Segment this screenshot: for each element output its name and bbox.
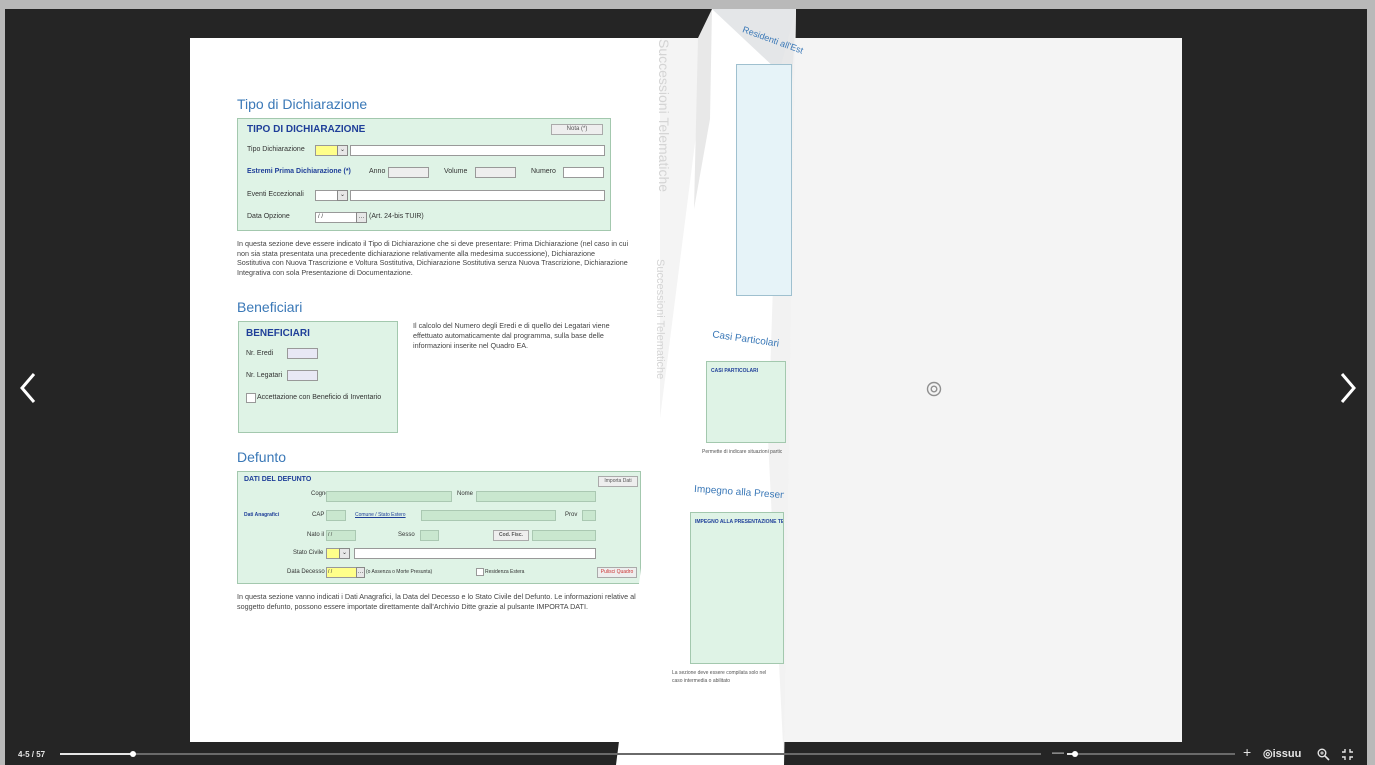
zoom-slider[interactable] [1067, 751, 1235, 757]
nato-label: Nato il [307, 532, 325, 539]
form-dati-defunto: DATI DEL DEFUNTO Importa Dati Cognome No… [237, 471, 641, 585]
calendar-icon[interactable]: … [356, 567, 365, 579]
eredi-label: Nr. Eredi [246, 350, 274, 358]
nome-label: Nome [457, 491, 474, 498]
progress-fill [60, 753, 133, 755]
target-icon [926, 381, 942, 397]
viewer-toolbar: 4-5 / 57 — + ◎issuu [5, 744, 1367, 765]
issuu-wordmark: issuu [1272, 748, 1302, 760]
numero-field[interactable] [563, 167, 604, 178]
data-opzione-field[interactable]: / / [315, 212, 357, 223]
section-text-defunto: In questa sezione vanno indicati i Dati … [237, 592, 636, 611]
importa-dati-button[interactable]: Importa Dati [598, 476, 638, 488]
issuu-logo[interactable]: ◎issuu [1263, 747, 1301, 760]
comune-link[interactable]: Comune / Stato Estero [355, 512, 406, 518]
magnifier-plus-icon[interactable] [1317, 748, 1330, 761]
left-page-content: Tipo di Dichiarazione TIPO DI DICHIARAZI… [237, 96, 642, 612]
previous-page-button[interactable] [14, 370, 44, 406]
section-title-tipo: Tipo di Dichiarazione [237, 96, 368, 112]
stato-civile-label: Stato Civile [293, 550, 324, 557]
volume-field[interactable] [475, 167, 516, 178]
numero-label: Numero [531, 168, 556, 175]
art-label: (Art. 24-bis TUIR) [369, 213, 424, 220]
cod-fisc-field[interactable] [532, 530, 596, 542]
cap-label: CAP [312, 512, 325, 519]
chevron-down-icon[interactable]: ⌄ [337, 190, 348, 201]
dati-anagrafici-label: Dati Anagrafici [244, 512, 280, 519]
calendar-icon[interactable]: … [356, 212, 367, 223]
prov-field[interactable] [582, 510, 596, 522]
nato-field[interactable]: / / [326, 530, 356, 542]
beneficio-checkbox[interactable] [246, 393, 256, 404]
zoom-in-button[interactable]: + [1243, 744, 1251, 760]
prov-label: Prov [565, 512, 578, 519]
nota-button[interactable]: Nota (*) [551, 124, 603, 135]
comune-field[interactable] [421, 510, 556, 522]
section-title-beneficiari: Beneficiari [237, 299, 303, 316]
fullscreen-icon[interactable] [1341, 748, 1354, 761]
page-counter: 4-5 / 57 [18, 750, 46, 759]
form-title: BENEFICIARI [246, 328, 310, 340]
section-text-beneficiari: Il calcolo del Numero degli Eredi e di q… [413, 321, 610, 350]
eventi-desc-field[interactable] [350, 190, 605, 201]
form-beneficiari: BENEFICIARI Nr. Eredi Nr. Legatari Accet… [238, 321, 398, 434]
cognome-field[interactable] [326, 491, 452, 503]
chevron-left-icon [20, 373, 36, 403]
anno-field[interactable] [388, 167, 429, 178]
stato-civile-desc-field[interactable] [354, 548, 596, 560]
eventi-label: Eventi Eccezionali [247, 191, 304, 198]
estremi-label: Estremi Prima Dichiarazione (*) [247, 168, 351, 175]
data-decesso-label: Data Decesso [287, 569, 325, 576]
next-page-button[interactable] [1332, 370, 1362, 406]
eventi-select[interactable] [315, 190, 339, 201]
form-title: TIPO DI DICHIARAZIONE [247, 124, 366, 135]
assenza-label: (o Assenza o Morte Presunta) [366, 569, 433, 576]
zoom-knob[interactable] [1072, 751, 1079, 757]
residenza-label: Residenza Estera [485, 569, 525, 576]
nome-field[interactable] [476, 491, 596, 503]
volume-label: Volume [444, 168, 468, 175]
sesso-select[interactable] [420, 530, 439, 542]
right-page [660, 38, 1182, 742]
beneficio-label: Accettazione con Beneficio di Inventario [257, 394, 382, 402]
zoom-out-button[interactable]: — [1052, 745, 1064, 759]
cap-field[interactable] [326, 510, 346, 522]
section-text-tipo: In questa sezione deve essere indicato i… [237, 239, 629, 277]
residenza-checkbox[interactable] [476, 568, 484, 577]
form-tipo-dichiarazione: TIPO DI DICHIARAZIONE Nota (*) Tipo Dich… [237, 118, 611, 231]
sesso-label: Sesso [398, 532, 415, 539]
chevron-down-icon[interactable]: ⌄ [339, 548, 350, 560]
legatari-label: Nr. Legatari [246, 372, 283, 380]
pulisci-quadro-button[interactable]: Pulisci Quadro [597, 567, 637, 579]
data-decesso-field[interactable]: / / [326, 567, 357, 579]
chevron-right-icon [1340, 373, 1356, 403]
anno-label: Anno [369, 168, 386, 175]
cod-fisc-button[interactable]: Cod. Fisc. [493, 530, 529, 542]
data-opzione-label: Data Opzione [247, 213, 290, 220]
tipo-desc-field[interactable] [350, 145, 605, 156]
legatari-field[interactable] [287, 370, 318, 382]
progress-knob[interactable] [129, 751, 136, 757]
tipo-select[interactable] [315, 145, 339, 156]
issuu-logo-icon: ◎ [1263, 748, 1273, 760]
chevron-down-icon[interactable]: ⌄ [337, 145, 348, 156]
eredi-field[interactable] [287, 348, 318, 360]
section-title-defunto: Defunto [237, 449, 287, 466]
page-progress-slider[interactable] [60, 751, 1041, 757]
form-title: DATI DEL DEFUNTO [244, 476, 312, 484]
tipo-label: Tipo Dichiarazione [247, 146, 305, 153]
